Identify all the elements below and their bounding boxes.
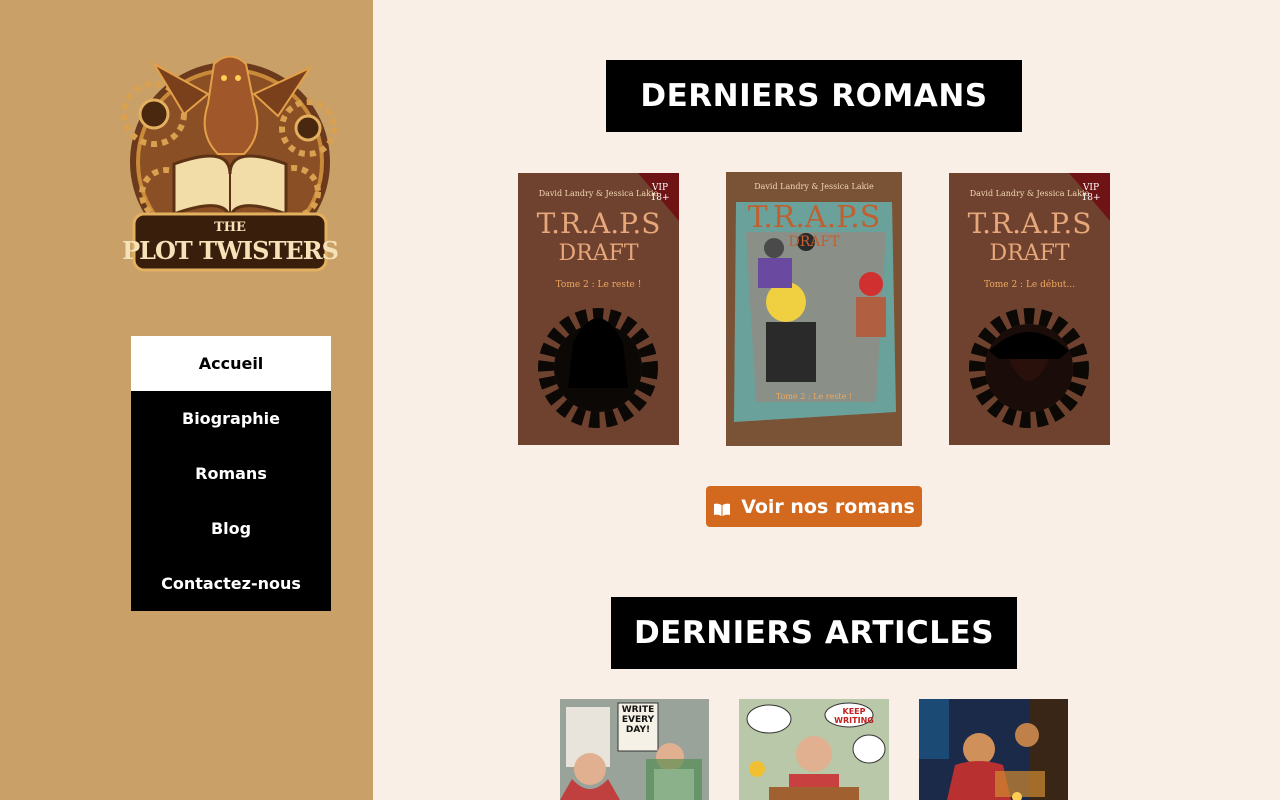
article-2-caption: KEEP WRITING	[834, 707, 874, 725]
book-2-authors: David Landry & Jessica Lakie	[754, 182, 874, 191]
site-logo[interactable]: THE PLOT TWISTERS	[114, 44, 346, 292]
logo-top-text: THE	[214, 220, 246, 235]
book-1-subtitle: DRAFT	[558, 241, 639, 266]
logo-main-text: PLOT TWISTERS	[122, 236, 339, 265]
book-1-title: T.R.A.P.S	[536, 207, 661, 240]
book-2-tome: Tome 2 : Le reste !	[775, 392, 853, 401]
nav-item-romans[interactable]: Romans	[131, 446, 331, 501]
section-title-romans: DERNIERS ROMANS	[606, 60, 1022, 132]
nav-item-biographie[interactable]: Biographie	[131, 391, 331, 446]
book-2-subtitle: DRAFT	[788, 234, 840, 250]
article-1-caption: WRITE EVERY DAY!	[621, 705, 655, 735]
nav-item-contact[interactable]: Contactez-nous	[131, 556, 331, 611]
book-cover-2[interactable]: David Landry & Jessica Lakie T.R.A.P.S D…	[726, 172, 902, 446]
article-card-2[interactable]: KEEP WRITING	[739, 699, 889, 800]
open-book-icon	[713, 500, 731, 516]
nav-item-accueil[interactable]: Accueil	[131, 336, 331, 391]
voir-romans-button[interactable]: Voir nos romans	[706, 486, 922, 527]
nav-item-blog[interactable]: Blog	[131, 501, 331, 556]
book-cover-1[interactable]: David Landry & Jessica Lakie T.R.A.P.S D…	[518, 173, 679, 445]
book-3-subtitle: DRAFT	[989, 241, 1070, 266]
book-1-tome: Tome 2 : Le reste !	[555, 280, 642, 290]
sidebar: THE PLOT TWISTERS Accueil Biographie Rom…	[0, 0, 373, 800]
main-nav: Accueil Biographie Romans Blog Contactez…	[131, 336, 331, 611]
section-title-articles: DERNIERS ARTICLES	[611, 597, 1017, 669]
book-cover-3[interactable]: David Landry & Jessica Lakie T.R.A.P.S D…	[949, 173, 1110, 445]
book-3-badge: VIP 18+	[1081, 183, 1101, 203]
book-3-title: T.R.A.P.S	[967, 207, 1092, 240]
book-1-badge: VIP 18+	[650, 183, 670, 203]
voir-romans-label: Voir nos romans	[741, 495, 915, 518]
book-2-title: T.R.A.P.S	[747, 200, 881, 235]
article-card-3[interactable]	[919, 699, 1068, 800]
article-card-1[interactable]: WRITE EVERY DAY!	[560, 699, 709, 800]
book-3-tome: Tome 2 : Le début...	[984, 280, 1075, 290]
